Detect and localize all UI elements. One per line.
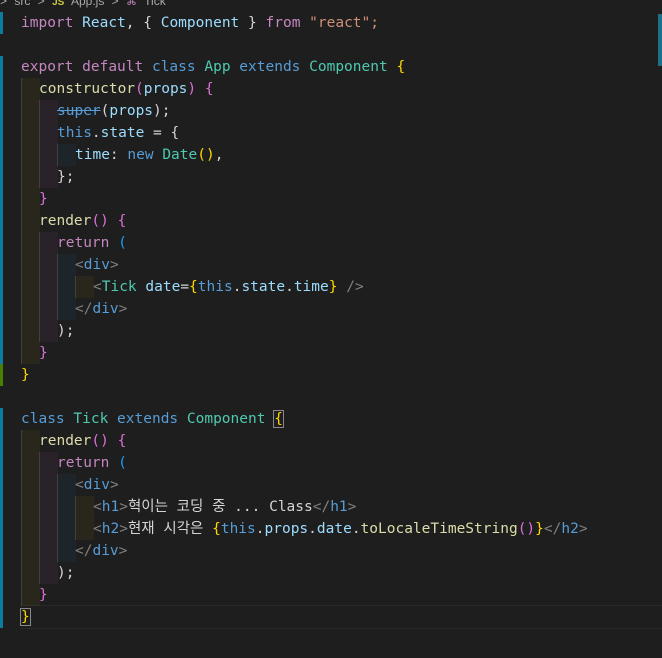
breadcrumb-item-symbol[interactable]: Tick (144, 0, 166, 8)
code-line: } (21, 367, 30, 383)
git-modified-marker[interactable] (0, 408, 3, 628)
code-line: ); (21, 562, 662, 584)
code-line: }; (21, 166, 662, 188)
code-line: <Tick date={this.state.time} /> (21, 276, 662, 298)
code-line: render() { (21, 210, 662, 232)
code-line: } (21, 342, 662, 364)
code-line: class Tick extends Component { (21, 410, 284, 428)
code-line: <h1>혁이는 코딩 중 ... Class</h1> (21, 496, 662, 518)
code-line: render() { (21, 430, 662, 452)
code-line: </div> (21, 540, 662, 562)
git-modified-marker[interactable] (0, 56, 3, 364)
code-line: this.state = { (21, 122, 662, 144)
code-line: <div> (21, 474, 662, 496)
breadcrumb: > src > JS App.js > ⌘ Tick (0, 0, 170, 8)
code-line: <div> (21, 254, 662, 276)
class-symbol-icon: ⌘ (126, 0, 138, 8)
code-line: import React, { Component } from "react"… (21, 15, 379, 31)
js-file-icon: JS (52, 0, 65, 8)
code-line: return ( (21, 452, 662, 474)
breadcrumb-item-file[interactable]: App.js (71, 0, 104, 8)
code-line: super(props); (21, 100, 662, 122)
chevron-right-icon: > (37, 0, 45, 8)
breadcrumb-item-src[interactable]: src (14, 0, 30, 8)
chevron-right-icon: > (111, 0, 119, 8)
code-line: </div> (21, 298, 662, 320)
git-modified-marker[interactable] (0, 12, 3, 34)
code-line: return ( (21, 232, 662, 254)
code-editor[interactable]: import React, { Component } from "react"… (20, 12, 662, 628)
code-line: } (21, 584, 662, 606)
code-line: ); (21, 320, 662, 342)
code-line: <h2>현재 시각은 {this.props.date.toLocaleTime… (21, 518, 662, 540)
code-line: export default class App extends Compone… (21, 59, 406, 75)
chevron-right-icon: > (0, 0, 8, 8)
code-line: } (21, 188, 662, 210)
git-added-marker[interactable] (0, 364, 3, 386)
code-line: time: new Date(), (21, 144, 662, 166)
code-line: constructor(props) { (21, 78, 662, 100)
code-line: } (20, 608, 31, 626)
